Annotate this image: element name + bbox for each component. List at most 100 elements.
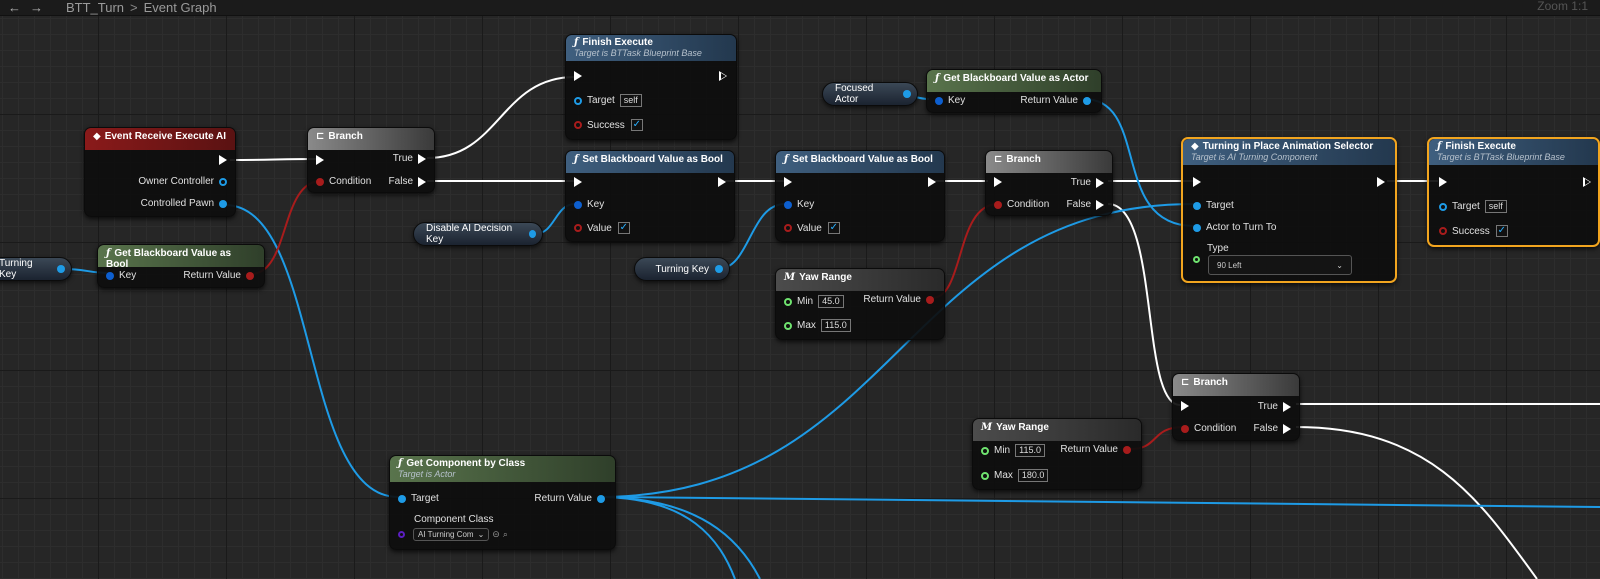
use-selected-icon[interactable]: ⊝ [492, 529, 500, 540]
exec-in-pin[interactable] [316, 155, 324, 165]
value-pin[interactable]: Value ✓ [784, 222, 840, 234]
target-self-field[interactable]: self [619, 94, 642, 107]
target-pin[interactable]: Target self [574, 94, 642, 107]
max-pin[interactable]: Max 115.0 [784, 319, 851, 332]
component-class-dropdown[interactable]: AI Turning Com ⌄ [413, 528, 490, 541]
return-value-pin[interactable]: Return Value [183, 270, 254, 281]
node-get-component-by-class[interactable]: ƒ Get Component by Class Target is Actor T… [389, 455, 616, 550]
node-get-blackboard-bool[interactable]: ƒ Get Blackboard Value as Bool Key Return… [97, 244, 265, 288]
key-pin[interactable]: Key [784, 199, 814, 210]
exec-out-pin[interactable] [718, 177, 726, 187]
exec-in-pin[interactable] [784, 177, 792, 187]
key-pin[interactable]: Key [106, 270, 136, 281]
key-pin[interactable]: Key [935, 95, 965, 106]
controlled-pawn-pin[interactable]: Controlled Pawn [141, 198, 227, 209]
node-title: Set Blackboard Value as Bool [582, 154, 723, 165]
node-finish-execute-2[interactable]: ƒ Finish Execute Target is BTTask Blueprin… [1427, 137, 1600, 247]
pin-label: Key [587, 199, 605, 210]
max-pin[interactable]: Max 180.0 [981, 469, 1049, 482]
min-value-field[interactable]: 45.0 [818, 295, 844, 308]
node-event-receive-execute-ai[interactable]: ◆ Event Receive Execute AI Owner Controll… [84, 127, 236, 217]
node-title: Branch [1006, 154, 1041, 165]
value-checkbox[interactable]: ✓ [617, 222, 630, 234]
node-set-blackboard-bool-1[interactable]: ƒ Set Blackboard Value as Bool Key Value ✓ [565, 150, 735, 242]
min-value-field[interactable]: 115.0 [1015, 444, 1045, 457]
key-pin[interactable]: Key [574, 199, 604, 210]
success-checkbox[interactable]: ✓ [1495, 225, 1508, 237]
node-turning-in-place-selector[interactable]: ◆ Turning in Place Animation Selector Targ… [1181, 137, 1397, 283]
exec-out-pin[interactable] [1583, 177, 1592, 187]
type-pin[interactable] [1193, 256, 1200, 263]
success-checkbox[interactable]: ✓ [630, 119, 643, 131]
forward-arrow-icon[interactable]: → [30, 0, 44, 15]
back-arrow-icon[interactable]: ← [8, 0, 22, 15]
variable-label: Turning Key [0, 258, 33, 280]
exec-in-pin[interactable] [994, 177, 1002, 187]
node-get-blackboard-actor[interactable]: ƒ Get Blackboard Value as Actor Key Retur… [926, 69, 1102, 113]
pin-label: Target [1206, 200, 1234, 211]
node-yaw-range-1[interactable]: M Yaw Range Min 45.0 Max 115.0 Return Value [775, 268, 945, 340]
condition-pin[interactable]: Condition [1181, 423, 1236, 434]
false-pin[interactable]: False [1254, 423, 1291, 434]
false-pin[interactable]: False [389, 176, 426, 187]
node-branch-2[interactable]: ⊏ Branch Condition True False [985, 150, 1113, 216]
success-pin[interactable]: Success ✓ [1439, 225, 1508, 237]
exec-in-pin[interactable] [574, 71, 582, 81]
node-finish-execute-1[interactable]: ƒ Finish Execute Target is BTTask Blueprin… [565, 34, 737, 140]
exec-in-pin[interactable] [574, 177, 582, 187]
max-value-field[interactable]: 115.0 [820, 319, 851, 332]
exec-in-pin[interactable] [1439, 177, 1447, 187]
pin-label: Max [797, 320, 816, 331]
pin-label: Value [587, 222, 612, 234]
pin-label: Key [948, 95, 966, 106]
node-title: Event Receive Execute AI [104, 131, 227, 142]
variable-label: Disable AI Decision Key [426, 223, 513, 245]
value-checkbox[interactable]: ✓ [827, 222, 840, 234]
exec-in-pin[interactable] [1181, 401, 1189, 411]
pin-label: Return Value [534, 493, 592, 504]
browse-search-icon[interactable]: ⌕ [503, 529, 508, 540]
target-pin[interactable]: Target [1193, 200, 1234, 211]
owner-controller-pin[interactable]: Owner Controller [138, 176, 227, 187]
variable-turning-key-left[interactable]: Turning Key [0, 257, 72, 281]
true-pin[interactable]: True [1258, 401, 1291, 412]
exec-in-pin[interactable] [1193, 177, 1201, 187]
node-set-blackboard-bool-2[interactable]: ƒ Set Blackboard Value as Bool Key Value ✓ [775, 150, 945, 242]
breadcrumb-blueprint[interactable]: BTT_Turn [66, 0, 124, 15]
pin-label: Return Value [863, 294, 921, 305]
return-value-pin[interactable]: Return Value [1060, 444, 1131, 455]
condition-pin[interactable]: Condition [316, 176, 371, 187]
exec-out-pin[interactable] [928, 177, 936, 187]
false-pin[interactable]: False [1067, 199, 1104, 210]
target-pin[interactable]: Target self [1439, 200, 1507, 213]
success-pin[interactable]: Success ✓ [574, 119, 643, 131]
node-yaw-range-2[interactable]: M Yaw Range Min 115.0 Max 180.0 Return Valu… [972, 418, 1142, 490]
variable-focused-actor[interactable]: Focused Actor [822, 82, 918, 106]
target-self-field[interactable]: self [1484, 200, 1507, 213]
actor-to-turn-to-pin[interactable]: Actor to Turn To [1193, 222, 1276, 233]
type-dropdown[interactable]: 90 Left ⌄ [1208, 255, 1352, 275]
variable-disable-ai-decision-key[interactable]: Disable AI Decision Key [413, 222, 543, 246]
true-pin[interactable]: True [393, 153, 426, 164]
true-pin[interactable]: True [1071, 177, 1104, 188]
node-title: Finish Execute [1445, 141, 1516, 152]
function-icon: ƒ [784, 154, 789, 165]
value-pin[interactable]: Value ✓ [574, 222, 630, 234]
return-value-pin[interactable]: Return Value [863, 294, 934, 305]
pin-label: Min [797, 296, 814, 307]
min-pin[interactable]: Min 45.0 [784, 295, 844, 308]
max-value-field[interactable]: 180.0 [1017, 469, 1049, 482]
exec-out-pin[interactable] [219, 155, 227, 165]
node-branch-1[interactable]: ⊏ Branch Condition True False [307, 127, 435, 193]
node-branch-3[interactable]: ⊏ Branch Condition True False [1172, 373, 1300, 441]
variable-turning-key-mid[interactable]: Turning Key [634, 257, 730, 281]
exec-out-pin[interactable] [719, 71, 728, 81]
return-value-pin[interactable]: Return Value [534, 493, 605, 504]
return-value-pin[interactable]: Return Value [1020, 95, 1091, 106]
component-class-pin[interactable]: AI Turning Com ⌄ ⊝ ⌕ [398, 528, 508, 541]
exec-out-pin[interactable] [1377, 177, 1385, 187]
target-pin[interactable]: Target [398, 493, 439, 504]
min-pin[interactable]: Min 115.0 [981, 444, 1045, 457]
condition-pin[interactable]: Condition [994, 199, 1049, 210]
pin-label: Owner Controller [138, 176, 214, 187]
